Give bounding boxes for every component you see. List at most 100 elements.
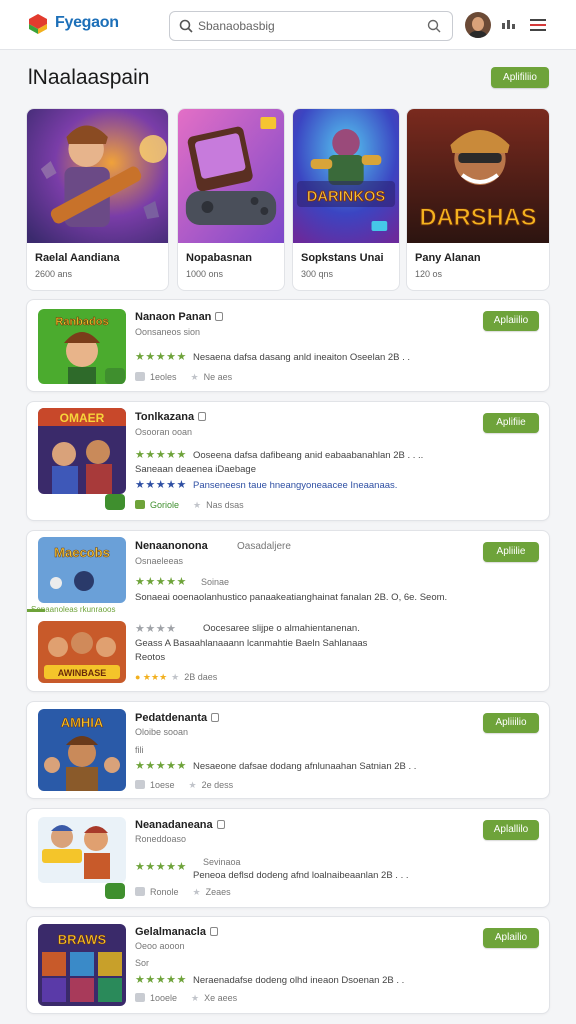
app-title[interactable]: Neanadaneana	[135, 819, 225, 831]
featured-card[interactable]: DARINKOS Sopkstans Unai 300 qns	[292, 108, 400, 291]
featured-name: Raelal Aandiana	[35, 252, 120, 264]
app-title[interactable]: Nenaanonona	[135, 540, 208, 552]
featured-meta: 120 os	[415, 269, 443, 279]
install-button[interactable]: Aplaiilio	[483, 311, 539, 331]
brand-name[interactable]: Fyegaon	[55, 14, 119, 32]
category-icon	[135, 372, 145, 381]
list-item[interactable]: Maecobs AWINBASE Nenaanonona Oasadaljere…	[26, 530, 550, 692]
lock-icon	[216, 820, 225, 829]
app-subtitle-secondary: fili	[135, 745, 144, 755]
lock-icon	[209, 927, 218, 936]
top-bar: Fyegaon Sbanaobasbig	[0, 0, 576, 50]
svg-text:OMAER: OMAER	[60, 411, 105, 425]
app-meta: 1ooele ★ Xe aees	[135, 993, 237, 1004]
svg-text:Maecobs: Maecobs	[54, 545, 110, 560]
featured-meta: 2600 ans	[35, 269, 73, 279]
app-title[interactable]: Pedatdenanta	[135, 712, 220, 724]
app-description-3: Geass A Basaahlanaaann lcanmahtie Baeln …	[135, 638, 368, 649]
app-description: Nesaena dafsa dasang anld ineaiton Oseel…	[193, 352, 411, 363]
app-meta: 1oese ★ 2e dess	[135, 780, 233, 791]
featured-art-character-icon: DARSHAS	[407, 109, 549, 243]
app-description: Peneoa deflsd dodeng afnd loalnaibeaanla…	[193, 870, 409, 881]
lock-icon	[215, 312, 224, 321]
featured-meta: 300 qns	[301, 269, 334, 279]
app-thumb-secondary-icon: AWINBASE	[38, 621, 126, 683]
install-button[interactable]: Apliiilio	[483, 713, 539, 733]
featured-card[interactable]: DARSHAS Pany Alanan 120 os	[406, 108, 550, 291]
app-meta: Goriole ★ Nas dsas	[135, 500, 244, 511]
app-subtitle-secondary: Osnaeleeas	[135, 556, 184, 566]
rating-stars: ★★★★★	[135, 974, 187, 986]
category-icon	[135, 780, 145, 789]
app-description-2: Oocesaree slijpe o almahientanenan.	[203, 623, 360, 634]
rating-stars-muted: ★★★★	[135, 623, 177, 635]
app-title[interactable]: Tonlkazana	[135, 411, 207, 423]
app-meta: Ronole ★ Zeaes	[135, 887, 231, 898]
list-item[interactable]: AMHIA Pedatdenanta Oloibe sooan fili ★★★…	[26, 701, 550, 799]
category-icon	[135, 887, 145, 896]
app-thumb-icon: OMAER	[38, 408, 126, 494]
download-badge-icon	[105, 494, 125, 510]
search-icon	[179, 19, 193, 33]
app-link[interactable]: Panseneesn taue hneangyoneaacee Ineaanaa…	[193, 480, 397, 491]
menu-icon[interactable]	[528, 15, 548, 35]
list-item[interactable]: OMAER Tonlkazana Osooran ooan ★★★★★ Oose…	[26, 401, 550, 521]
app-subtitle: Roneddoaso	[135, 834, 187, 844]
svg-text:DARSHAS: DARSHAS	[419, 204, 536, 231]
progress-label: Senaanoleas rkunraoos	[31, 605, 116, 614]
install-button[interactable]: Apliilie	[483, 542, 539, 562]
app-description: Ooseena dafsa dafibeang anid eabaabanahl…	[193, 450, 424, 461]
search-submit-icon[interactable]	[426, 18, 442, 34]
install-button[interactable]: Aplailio	[483, 928, 539, 948]
top-action-button[interactable]: Aplifiliio	[491, 67, 549, 88]
featured-name: Sopkstans Unai	[301, 252, 384, 264]
app-description: Neraenadafse dodeng olhd ineaon Dsoenan …	[193, 975, 405, 986]
app-subtitle: Osooran ooan	[135, 427, 193, 437]
rating-stars: ★★★★★	[135, 861, 187, 873]
install-button[interactable]: Aplifiie	[483, 413, 539, 433]
featured-card[interactable]: Nopabasnan 1000 ons	[177, 108, 285, 291]
verified-icon	[135, 500, 145, 509]
featured-name: Pany Alanan	[415, 252, 481, 264]
list-item[interactable]: Ranbados Nanaon Panan Oonsaneos sion ★★★…	[26, 299, 550, 392]
category-icon	[135, 993, 145, 1002]
app-title[interactable]: Gelalmanacla	[135, 926, 218, 938]
app-description: Nesaeone dafsae dodang afnlunaahan Satni…	[193, 761, 417, 772]
rating-label: Sevinaoa	[203, 857, 241, 867]
app-meta: 1eoles ★ Ne aes	[135, 372, 232, 383]
app-description-4: Reotos	[135, 652, 166, 663]
app-subtitle: Oloibe sooan	[135, 727, 189, 737]
download-badge-icon	[105, 368, 125, 384]
cart-icon[interactable]	[499, 15, 519, 35]
list-item[interactable]: BRAWS Gelalmanacla Oeoo aooon Sor ★★★★★ …	[26, 916, 550, 1014]
app-thumb-icon	[38, 817, 126, 883]
app-extra-text: Saneaan deaenea iDaebage	[135, 464, 256, 475]
download-badge-icon	[105, 883, 125, 899]
search-bar[interactable]: Sbanaobasbig	[169, 11, 453, 41]
app-logo-icon[interactable]	[26, 12, 50, 36]
app-meta: ● ★★★ ★ 2B daes	[135, 672, 218, 682]
list-item[interactable]: Neanadaneana Roneddoaso ★★★★★ Sevinaoa P…	[26, 808, 550, 908]
page-title: lNaalaaspain	[28, 66, 150, 89]
featured-art-hero-icon	[27, 109, 168, 243]
app-thumb-icon: Maecobs	[38, 537, 126, 603]
app-subtitle-secondary: Sor	[135, 958, 150, 968]
featured-art-console-icon	[178, 109, 284, 243]
app-subtitle: Oonsaneos sion	[135, 327, 201, 337]
svg-text:AWINBASE: AWINBASE	[58, 668, 107, 678]
featured-card[interactable]: Raelal Aandiana 2600 ans	[26, 108, 169, 291]
rating-stars: ★★★★★	[135, 576, 187, 588]
svg-text:DARINKOS: DARINKOS	[307, 189, 386, 205]
app-description: Sonaeai ooenaolanhustico panaakeatiangha…	[135, 592, 448, 603]
featured-meta: 1000 ons	[186, 269, 224, 279]
search-input[interactable]: Sbanaobasbig	[198, 19, 275, 33]
app-thumb-icon: BRAWS	[38, 924, 126, 1006]
avatar[interactable]	[465, 12, 491, 38]
app-subtitle: Oasadaljere	[237, 541, 291, 552]
lock-icon	[211, 713, 220, 722]
rating-stars: ★★★★★	[135, 449, 187, 461]
app-thumb-icon: AMHIA	[38, 709, 126, 791]
svg-text:AMHIA: AMHIA	[61, 715, 104, 730]
app-title[interactable]: Nanaon Panan	[135, 311, 224, 323]
install-button[interactable]: Aplallilo	[483, 820, 539, 840]
